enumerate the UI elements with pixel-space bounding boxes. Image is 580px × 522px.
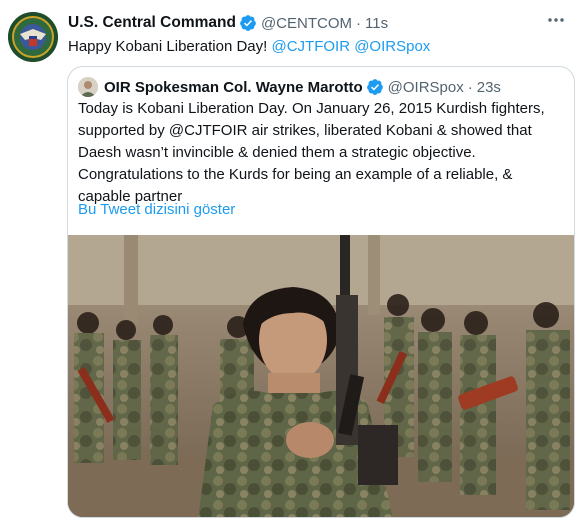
more-horizontal-icon: [548, 18, 564, 22]
author-display-name[interactable]: U.S. Central Command: [68, 14, 236, 32]
tweet[interactable]: U.S. Central Command @CENTCOM · 11s Happ…: [0, 0, 580, 522]
centcom-avatar[interactable]: [8, 12, 58, 62]
quoted-header-separator: ·: [467, 78, 473, 96]
quoted-tweet-timestamp[interactable]: 23s: [477, 79, 501, 96]
tweet-timestamp[interactable]: 11s: [365, 15, 388, 32]
quoted-author-handle[interactable]: @OIRSpox: [388, 79, 464, 96]
show-thread-link[interactable]: Bu Tweet dizisini göster: [78, 201, 235, 218]
tweet-text: Happy Kobani Liberation Day! @CJTFOIR @O…: [68, 37, 430, 57]
quoted-tweet-photo[interactable]: [68, 235, 574, 517]
verified-badge-icon: [366, 78, 384, 96]
quoted-tweet-card[interactable]: OIR Spokesman Col. Wayne Marotto @OIRSpo…: [67, 66, 575, 518]
header-separator: ·: [356, 14, 362, 32]
quoted-text-line: Daesh wasn’t invincible & denied them a …: [78, 144, 476, 161]
quoted-author-avatar[interactable]: [78, 77, 98, 97]
quoted-text-line: Today is Kobani Liberation Day. On Janua…: [78, 100, 545, 117]
quoted-tweet-header: OIR Spokesman Col. Wayne Marotto @OIRSpo…: [78, 77, 501, 97]
tweet-header: U.S. Central Command @CENTCOM · 11s: [68, 12, 388, 34]
quoted-text-line: supported by @CJTFOIR air strikes, liber…: [78, 122, 532, 139]
quoted-author-display-name[interactable]: OIR Spokesman Col. Wayne Marotto: [104, 79, 363, 96]
author-handle[interactable]: @CENTCOM: [261, 15, 352, 32]
verified-badge-icon: [239, 14, 257, 32]
tweet-text-body: Happy Kobani Liberation Day!: [68, 38, 272, 55]
mention-link-oirspox[interactable]: @OIRSpox: [354, 38, 430, 55]
quoted-text-line: Congratulations to the Kurds for being a…: [78, 166, 513, 183]
more-options-button[interactable]: [544, 10, 568, 30]
mention-link-cjtfoir[interactable]: @CJTFOIR: [271, 38, 350, 55]
quoted-tweet-text: Today is Kobani Liberation Day. On Janua…: [78, 98, 570, 208]
